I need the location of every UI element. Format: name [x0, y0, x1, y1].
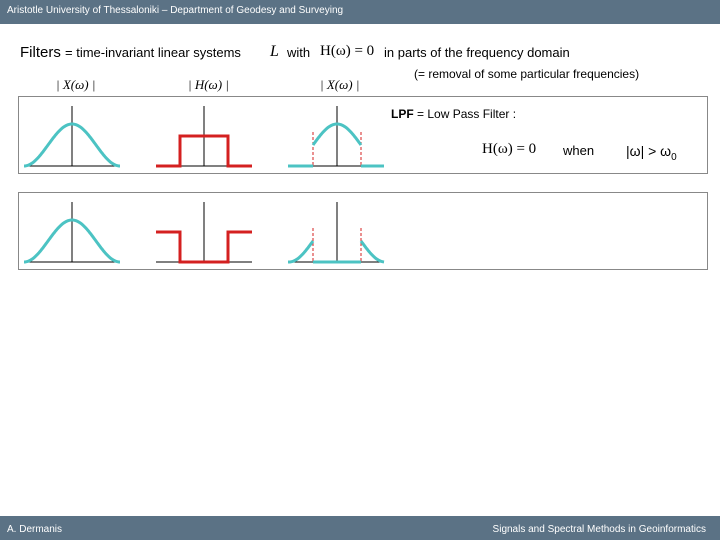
- output-spectrum-curve: [288, 240, 315, 264]
- output-spectrum-curve: [359, 240, 385, 264]
- filter-diagrams: [24, 106, 385, 264]
- footer-bar: A. Dermanis Signals and Spectral Methods…: [0, 516, 720, 540]
- footer-course: Signals and Spectral Methods in Geoinfor…: [492, 524, 706, 535]
- footer-author: A. Dermanis: [7, 524, 63, 535]
